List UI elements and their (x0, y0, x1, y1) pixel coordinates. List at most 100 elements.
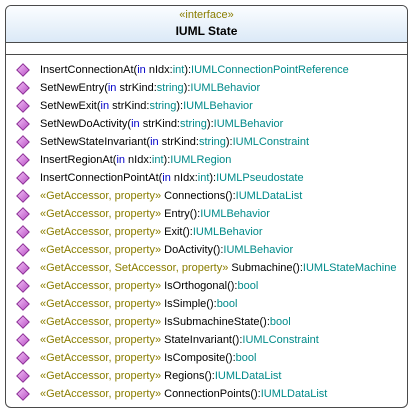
operation-name: Connections(): (161, 190, 236, 202)
operation-row: «GetAccessor, property» Connections():IU… (6, 187, 407, 205)
public-operation-icon (16, 63, 30, 77)
parameter-name: strKind: (139, 118, 180, 130)
public-operation-icon (16, 99, 30, 113)
parameter-direction: in (150, 136, 159, 148)
operation-name: SetNewEntry( (40, 82, 108, 94)
operation-name: InsertConnectionAt( (40, 64, 138, 76)
operation-row: InsertConnectionAt(in nIdx:int):IUMLConn… (6, 61, 407, 79)
operation-row: «GetAccessor, property» IsOrthogonal():b… (6, 277, 407, 295)
operation-punctuation: ): (225, 136, 233, 148)
operation-signature: SetNewStateInvariant(in strKind:string):… (40, 133, 309, 151)
operation-signature: «GetAccessor, property» StateInvariant()… (40, 331, 319, 349)
operation-stereotype: «GetAccessor, property» (40, 370, 162, 382)
public-operation-icon (16, 297, 30, 311)
operations-compartment: InsertConnectionAt(in nIdx:int):IUMLConn… (6, 55, 407, 403)
public-operation-icon (16, 81, 30, 95)
operation-row: «GetAccessor, property» ConnectionPoints… (6, 385, 407, 403)
operation-signature: SetNewEntry(in strKind:string):IUMLBehav… (40, 79, 260, 97)
operation-stereotype: «GetAccessor, property» (40, 208, 162, 220)
parameter-type: string (180, 118, 207, 130)
operation-row: SetNewStateInvariant(in strKind:string):… (6, 133, 407, 151)
interface-stereotype: «interface» (179, 9, 234, 21)
public-operation-icon (16, 153, 30, 167)
parameter-direction: in (100, 100, 110, 112)
operation-row: «GetAccessor, property» StateInvariant()… (6, 331, 407, 349)
operation-name: SetNewExit( (40, 100, 101, 112)
public-operation-icon (16, 135, 30, 149)
public-operation-icon (16, 351, 30, 365)
attributes-compartment (6, 43, 407, 55)
parameter-name: nIdx: (170, 172, 198, 184)
return-type: IUMLDataList (214, 370, 282, 382)
return-type: IUMLConnectionPointReference (191, 64, 349, 76)
public-operation-icon (16, 225, 30, 239)
operation-name: Regions(): (161, 370, 215, 382)
public-operation-icon (16, 117, 30, 131)
operation-row: «GetAccessor, property» IsSubmachineStat… (6, 313, 407, 331)
parameter-name: strKind: (116, 82, 157, 94)
operation-name: Submachine(): (228, 262, 303, 274)
operation-stereotype: «GetAccessor, property» (40, 280, 162, 292)
parameter-name: strKind: (158, 136, 199, 148)
interface-header: «interface» IUML State (6, 6, 407, 43)
operation-signature: «GetAccessor, property» IsSimple():bool (40, 295, 237, 313)
parameter-type: string (149, 100, 177, 112)
operation-row: «GetAccessor, property» Exit():IUMLBehav… (6, 223, 407, 241)
operation-row: «GetAccessor, property» IsSimple():bool (6, 295, 407, 313)
operation-signature: InsertRegionAt(in nIdx:int):IUMLRegion (40, 151, 231, 169)
operation-signature: «GetAccessor, SetAccessor, property» Sub… (40, 259, 396, 277)
return-type: IUMLBehavior (223, 244, 294, 256)
operation-name: IsOrthogonal(): (161, 280, 238, 292)
parameter-direction: in (131, 118, 140, 130)
operation-name: IsSimple(): (161, 298, 217, 310)
parameter-direction: in (137, 64, 146, 76)
operation-signature: SetNewDoActivity(in strKind:string):IUML… (40, 115, 283, 133)
interface-box: «interface» IUML State InsertConnectionA… (5, 5, 408, 408)
public-operation-icon (16, 279, 30, 293)
return-type: IUMLBehavior (213, 118, 284, 130)
operation-name: Exit(): (161, 226, 193, 238)
operation-row: InsertConnectionPointAt(in nIdx:int):IUM… (6, 169, 407, 187)
parameter-name: strKind: (109, 100, 150, 112)
operation-stereotype: «GetAccessor, property» (40, 190, 162, 202)
operation-stereotype: «GetAccessor, property» (40, 334, 162, 346)
operation-stereotype: «GetAccessor, property» (40, 298, 162, 310)
operation-row: «GetAccessor, property» Entry():IUMLBeha… (6, 205, 407, 223)
parameter-type: string (198, 136, 226, 148)
operation-name: SetNewDoActivity( (40, 118, 132, 130)
return-type: IUMLStateMachine (302, 262, 397, 274)
operation-name: DoActivity(): (161, 244, 224, 256)
return-type: IUMLConstraint (242, 334, 319, 346)
return-type: IUMLBehavior (190, 82, 261, 94)
operation-name: ConnectionPoints(): (161, 388, 261, 400)
operation-signature: SetNewExit(in strKind:string):IUMLBehavi… (40, 97, 253, 115)
operation-signature: «GetAccessor, property» Exit():IUMLBehav… (40, 223, 263, 241)
return-type: bool (269, 316, 291, 328)
operation-stereotype: «GetAccessor, property» (40, 388, 162, 400)
operation-signature: «GetAccessor, property» IsOrthogonal():b… (40, 277, 258, 295)
operation-signature: InsertConnectionAt(in nIdx:int):IUMLConn… (40, 61, 349, 79)
operation-signature: «GetAccessor, property» Regions():IUMLDa… (40, 367, 282, 385)
return-type: IUMLPseudostate (216, 172, 304, 184)
operation-stereotype: «GetAccessor, SetAccessor, property» (40, 262, 229, 274)
operation-name: SetNewStateInvariant( (40, 136, 151, 148)
parameter-name: nIdx: (145, 64, 173, 76)
operation-row: «GetAccessor, SetAccessor, property» Sub… (6, 259, 407, 277)
operation-row: SetNewEntry(in strKind:string):IUMLBehav… (6, 79, 407, 97)
public-operation-icon (16, 333, 30, 347)
parameter-type: int (151, 154, 164, 166)
return-type: bool (237, 280, 259, 292)
operation-name: IsSubmachineState(): (161, 316, 270, 328)
public-operation-icon (16, 207, 30, 221)
operation-signature: «GetAccessor, property» DoActivity():IUM… (40, 241, 293, 259)
operation-name: InsertConnectionPointAt( (40, 172, 163, 184)
operation-stereotype: «GetAccessor, property» (40, 316, 162, 328)
operation-row: InsertRegionAt(in nIdx:int):IUMLRegion (6, 151, 407, 169)
parameter-type: string (156, 82, 184, 94)
operation-name: IsComposite(): (161, 352, 236, 364)
return-type: IUMLBehavior (200, 208, 270, 220)
parameter-direction: in (162, 172, 171, 184)
interface-name: IUML State (175, 24, 238, 38)
return-type: IUMLDataList (235, 190, 303, 202)
return-type: IUMLRegion (170, 154, 232, 166)
